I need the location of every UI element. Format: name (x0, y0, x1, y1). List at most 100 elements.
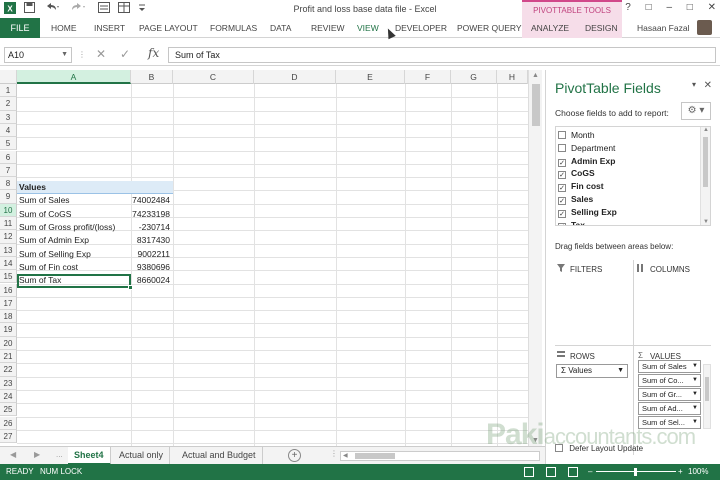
ribbon-display-button[interactable]: □ (646, 2, 652, 13)
column-header-e[interactable]: E (336, 70, 405, 84)
close-button[interactable]: ✕ (708, 2, 716, 13)
field-item[interactable]: ✓ CoGS (558, 167, 595, 180)
tab-home[interactable]: HOME (51, 18, 77, 38)
page-break-view-icon[interactable] (568, 467, 578, 477)
row-header[interactable]: 12 (0, 230, 17, 244)
sheet-split-icon[interactable]: ⋮ (330, 449, 338, 458)
zoom-level[interactable]: 100% (688, 464, 708, 480)
row-header[interactable]: 21 (0, 350, 17, 364)
cancel-icon[interactable]: ✕ (96, 47, 106, 61)
row-label-admin-exp[interactable]: Sum of Admin Exp (19, 234, 129, 247)
field-checkbox[interactable] (558, 131, 566, 139)
values-field-gross[interactable]: Sum of Gr... ▼ (638, 388, 701, 401)
fill-handle[interactable] (128, 285, 133, 290)
save-icon[interactable] (24, 2, 35, 16)
sheet-next-icon[interactable]: ▶ (34, 450, 40, 459)
formula-input[interactable]: Sum of Tax (168, 47, 716, 63)
user-name[interactable]: Hasaan Fazal (637, 18, 689, 38)
avatar[interactable] (697, 20, 712, 35)
scroll-left-icon[interactable]: ◀ (343, 452, 348, 459)
row-value-cogs[interactable]: 74233198 (131, 208, 172, 221)
row-header[interactable]: 24 (0, 389, 17, 404)
redo-icon[interactable] (70, 2, 86, 16)
values-field-cogs[interactable]: Sum of Co... ▼ (638, 374, 701, 387)
rows-field-values[interactable]: Σ Values ▼ (556, 364, 628, 378)
row-header[interactable]: 25 (0, 403, 17, 417)
row-header[interactable]: 22 (0, 363, 17, 377)
row-value-gross-profit[interactable]: -230714 (131, 221, 172, 234)
row-header[interactable]: 16 (0, 283, 17, 297)
name-box[interactable]: A10 ▼ (4, 47, 72, 63)
customize-qat-icon[interactable] (138, 2, 146, 16)
tab-analyze[interactable]: ANALYZE (531, 18, 569, 38)
zoom-slider-thumb[interactable] (634, 468, 637, 476)
row-header[interactable]: 17 (0, 296, 17, 311)
form-icon[interactable] (98, 2, 110, 16)
chevron-down-icon[interactable]: ▼ (692, 389, 698, 400)
column-header-f[interactable]: F (405, 70, 451, 84)
field-item[interactable]: ✓ Tax (558, 219, 585, 225)
field-checkbox[interactable]: ✓ (558, 209, 566, 218)
field-item[interactable]: Month (558, 129, 595, 142)
row-header[interactable]: 1 (0, 84, 17, 98)
field-checkbox[interactable] (558, 143, 566, 152)
field-checkbox[interactable]: ✓ (558, 158, 566, 167)
scroll-up-icon[interactable]: ▲ (703, 127, 709, 133)
row-header[interactable]: 23 (0, 376, 17, 390)
row-label-fin-cost[interactable]: Sum of Fin cost (19, 261, 129, 274)
tab-file[interactable]: FILE (0, 18, 40, 38)
row-label-sales[interactable]: Sum of Sales (19, 194, 129, 207)
field-checkbox[interactable]: ✓ (558, 222, 566, 225)
sheet-tab-sheet4[interactable]: Sheet4 (68, 447, 111, 465)
field-item[interactable]: Department (558, 142, 615, 155)
table-icon[interactable] (118, 2, 130, 16)
zoom-in-button[interactable]: + (678, 464, 683, 480)
add-sheet-button[interactable]: + (288, 449, 301, 462)
values-field-sales[interactable]: Sum of Sales ▼ (638, 360, 701, 373)
tab-review[interactable]: REVIEW (311, 18, 345, 38)
values-header[interactable]: Values (19, 181, 129, 194)
row-header[interactable]: 10 (0, 203, 17, 217)
undo-icon[interactable] (44, 2, 60, 16)
row-header[interactable]: 13 (0, 243, 17, 257)
chevron-down-icon[interactable]: ▼ (692, 375, 698, 386)
field-list-scroll-thumb[interactable] (703, 137, 708, 187)
column-header-a[interactable]: A (17, 70, 131, 84)
sheet-tab-actual-only[interactable]: Actual only (113, 447, 171, 465)
row-header[interactable]: 11 (0, 217, 17, 231)
row-header[interactable]: 6 (0, 150, 17, 164)
column-header-c[interactable]: C (173, 70, 254, 84)
horizontal-scroll-thumb[interactable] (355, 453, 395, 459)
row-label-gross-profit[interactable]: Sum of Gross profit/(loss) (19, 221, 129, 234)
row-header[interactable]: 19 (0, 323, 17, 337)
values-field-admin[interactable]: Sum of Ad... ▼ (638, 402, 701, 415)
row-value-fin-cost[interactable]: 9380696 (131, 261, 172, 274)
field-checkbox[interactable]: ✓ (558, 171, 566, 180)
chevron-down-icon[interactable]: ▼ (61, 48, 68, 62)
worksheet-grid[interactable]: A B C D E F G H 1 2 3 4 5 6 7 8 9 10 11 12 13 14 15 16 1… (0, 70, 528, 446)
field-checkbox[interactable]: ✓ (558, 184, 566, 193)
row-value-admin-exp[interactable]: 8317430 (131, 234, 172, 247)
tab-developer[interactable]: DEVELOPER (395, 18, 447, 38)
tab-view[interactable]: VIEW (357, 18, 379, 38)
sheet-tab-actual-and-budget[interactable]: Actual and Budget (176, 447, 263, 465)
pane-options-icon[interactable]: ▾ (692, 80, 696, 89)
minimize-button[interactable]: – (666, 2, 672, 13)
row-header[interactable]: 26 (0, 416, 17, 430)
vertical-scroll-thumb[interactable] (532, 84, 540, 126)
column-header-h[interactable]: H (497, 70, 528, 84)
row-header[interactable]: 8 (0, 177, 17, 191)
maximize-button[interactable]: □ (687, 2, 693, 13)
field-list-scrollbar[interactable]: ▲ ▼ (700, 127, 710, 225)
zoom-out-button[interactable]: – (588, 464, 592, 480)
select-all-corner[interactable] (0, 70, 17, 84)
column-header-g[interactable]: G (451, 70, 497, 84)
field-item[interactable]: ✓ Admin Exp (558, 155, 615, 168)
row-header[interactable]: 9 (0, 190, 17, 204)
scroll-up-icon[interactable]: ▲ (532, 72, 539, 79)
chevron-down-icon[interactable]: ▼ (617, 365, 624, 377)
insert-function-icon[interactable]: fx (148, 46, 159, 60)
pane-close-icon[interactable]: ✕ (704, 80, 712, 91)
tab-insert[interactable]: INSERT (94, 18, 125, 38)
help-button[interactable]: ? (625, 2, 631, 13)
